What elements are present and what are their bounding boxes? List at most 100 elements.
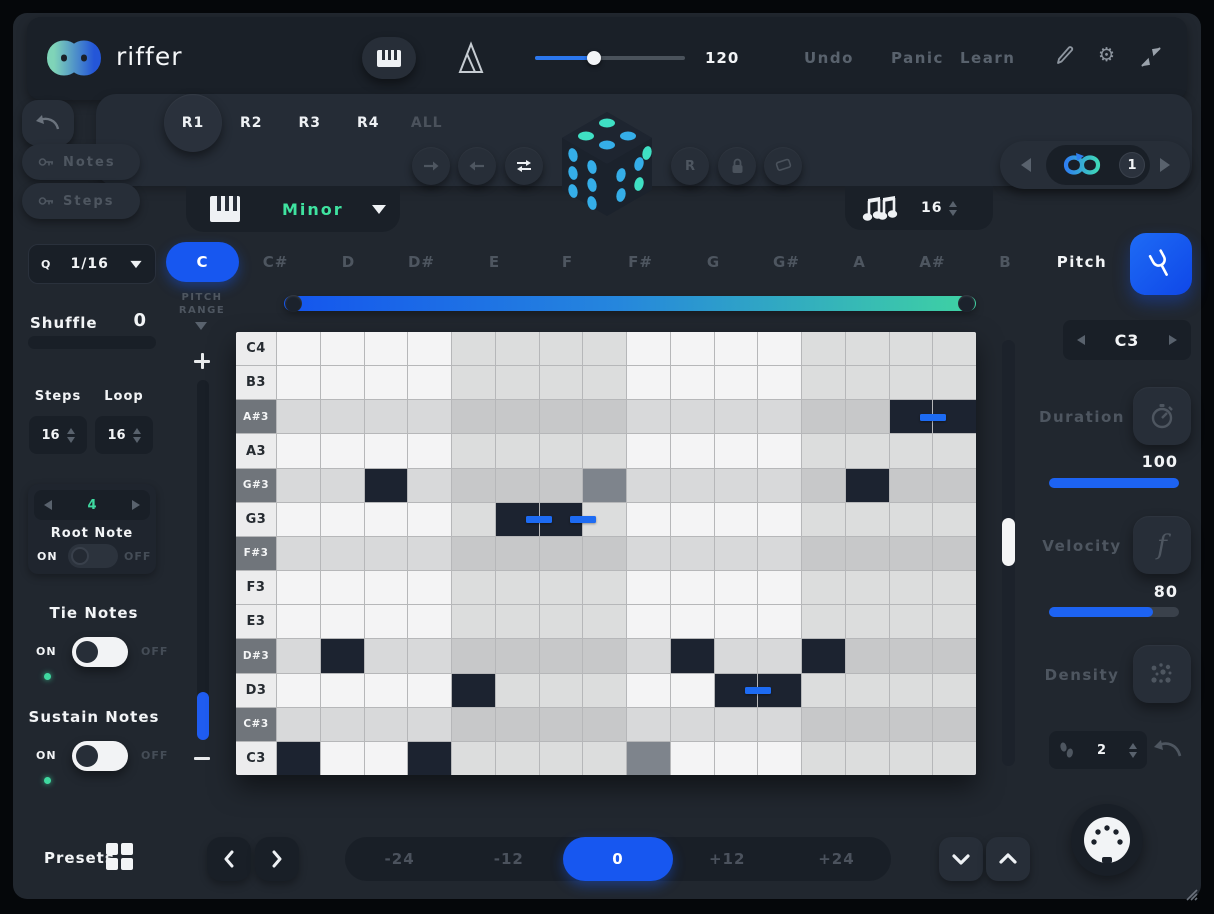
grid-cell-d3-2[interactable] [321, 674, 364, 707]
grid-cell-fsharp3-12[interactable] [758, 537, 801, 570]
velocity-bar[interactable] [745, 687, 771, 694]
note-key-fsharp[interactable]: F# [604, 242, 677, 282]
grid-cell-dsharp3-14[interactable] [846, 639, 889, 672]
grid-cell-d3-15[interactable] [890, 674, 933, 707]
sustain-notes-toggle[interactable] [72, 741, 128, 771]
grid-cell-csharp3-7[interactable] [540, 708, 583, 741]
grid-cell-g3-10[interactable] [671, 503, 714, 536]
grid-cell-a3-12[interactable] [758, 434, 801, 467]
loop-stepper-arrows[interactable] [133, 428, 141, 443]
grid-cell-f3-2[interactable] [321, 571, 364, 604]
grid-cell-b3-14[interactable] [846, 366, 889, 399]
grid-cell-e3-1[interactable] [277, 605, 320, 638]
grid-cell-d3-10[interactable] [671, 674, 714, 707]
grid-cell-e3-4[interactable] [408, 605, 451, 638]
grid-cell-dsharp3-9[interactable] [627, 639, 670, 672]
grid-cell-e3-10[interactable] [671, 605, 714, 638]
grid-cell-c3-6[interactable] [496, 742, 539, 775]
grid-cell-dsharp3-2[interactable] [321, 639, 364, 672]
grid-cell-csharp3-1[interactable] [277, 708, 320, 741]
grid-cell-g3-13[interactable] [802, 503, 845, 536]
grid-cell-a3-13[interactable] [802, 434, 845, 467]
grid-cell-a3-11[interactable] [715, 434, 758, 467]
grid-cell-fsharp3-16[interactable] [933, 537, 976, 570]
grid-cell-g3-2[interactable] [321, 503, 364, 536]
grid-cell-c4-1[interactable] [277, 332, 320, 365]
pitch-mode-button[interactable] [1130, 233, 1192, 295]
range-handle-left[interactable] [285, 295, 302, 312]
grid-cell-f3-3[interactable] [365, 571, 408, 604]
grid-cell-g3-12[interactable] [758, 503, 801, 536]
notes-per-beat-control[interactable]: 16 [845, 186, 993, 230]
root-note-toggle[interactable] [68, 544, 118, 568]
grid-cell-gsharp3-2[interactable] [321, 469, 364, 502]
grid-cell-f3-8[interactable] [583, 571, 626, 604]
grid-cell-asharp3-11[interactable] [715, 400, 758, 433]
grid-cell-dsharp3-15[interactable] [890, 639, 933, 672]
grid-cell-g3-9[interactable] [627, 503, 670, 536]
grid-cell-csharp3-12[interactable] [758, 708, 801, 741]
grid-cell-c4-9[interactable] [627, 332, 670, 365]
grid-cell-asharp3-10[interactable] [671, 400, 714, 433]
grid-cell-e3-8[interactable] [583, 605, 626, 638]
grid-cell-gsharp3-16[interactable] [933, 469, 976, 502]
back-button[interactable] [22, 100, 74, 146]
grid-cell-c3-13[interactable] [802, 742, 845, 775]
grid-cell-gsharp3-4[interactable] [408, 469, 451, 502]
velocity-bar[interactable] [920, 414, 946, 421]
grid-cell-b3-10[interactable] [671, 366, 714, 399]
loop-pill[interactable]: 1 [1046, 145, 1150, 185]
grid-cell-b3-15[interactable] [890, 366, 933, 399]
keyboard-toggle-button[interactable] [362, 37, 416, 79]
duration-slider[interactable] [1049, 478, 1179, 488]
duration-button[interactable] [1133, 387, 1191, 445]
steps-stepper[interactable]: 16 [29, 416, 87, 454]
grid-cell-a3-2[interactable] [321, 434, 364, 467]
rack-tab-r4[interactable]: R4 [339, 94, 398, 152]
grid-cell-csharp3-16[interactable] [933, 708, 976, 741]
shuffle-slider[interactable] [28, 336, 156, 349]
retrigger-button[interactable]: R [671, 147, 709, 185]
octave-prev-icon[interactable] [1077, 335, 1085, 345]
undo-button[interactable]: Undo [804, 49, 854, 67]
grid-cell-c4-7[interactable] [540, 332, 583, 365]
grid-cell-dsharp3-12[interactable] [758, 639, 801, 672]
velocity-bar[interactable] [570, 516, 596, 523]
grid-cell-e3-3[interactable] [365, 605, 408, 638]
grid-cell-c4-6[interactable] [496, 332, 539, 365]
grid-cell-csharp3-5[interactable] [452, 708, 495, 741]
walk-stepper-arrows[interactable] [1129, 743, 1137, 758]
grid-cell-csharp3-15[interactable] [890, 708, 933, 741]
grid-cell-c3-9[interactable] [627, 742, 670, 775]
grid-cell-g3-1[interactable] [277, 503, 320, 536]
note-key-c[interactable]: C [166, 242, 239, 282]
grid-cell-d3-3[interactable] [365, 674, 408, 707]
grid-cell-dsharp3-1[interactable] [277, 639, 320, 672]
grid-cell-gsharp3-7[interactable] [540, 469, 583, 502]
tempo-slider-handle[interactable] [587, 51, 601, 65]
walk-undo-icon[interactable] [1153, 737, 1183, 761]
grid-cell-b3-9[interactable] [627, 366, 670, 399]
grid-scrollbar-thumb[interactable] [1002, 518, 1015, 566]
grid-cell-g3-4[interactable] [408, 503, 451, 536]
grid-cell-f3-16[interactable] [933, 571, 976, 604]
grid-cell-a3-9[interactable] [627, 434, 670, 467]
grid-cell-f3-12[interactable] [758, 571, 801, 604]
grid-cell-csharp3-9[interactable] [627, 708, 670, 741]
note-key-asharp[interactable]: A# [896, 242, 969, 282]
grid-cell-asharp3-13[interactable] [802, 400, 845, 433]
grid-cell-gsharp3-5[interactable] [452, 469, 495, 502]
root-prev-icon[interactable] [44, 500, 52, 510]
grid-cell-e3-6[interactable] [496, 605, 539, 638]
grid-cell-f3-14[interactable] [846, 571, 889, 604]
transpose-+24[interactable]: +24 [782, 837, 891, 881]
grid-cell-e3-2[interactable] [321, 605, 364, 638]
grid-cell-asharp3-12[interactable] [758, 400, 801, 433]
grid-cell-dsharp3-3[interactable] [365, 639, 408, 672]
grid-cell-a3-14[interactable] [846, 434, 889, 467]
grid-cell-c3-16[interactable] [933, 742, 976, 775]
grid-cell-d3-4[interactable] [408, 674, 451, 707]
grid-cell-c4-12[interactable] [758, 332, 801, 365]
grid-cell-dsharp3-6[interactable] [496, 639, 539, 672]
grid-cell-c3-2[interactable] [321, 742, 364, 775]
